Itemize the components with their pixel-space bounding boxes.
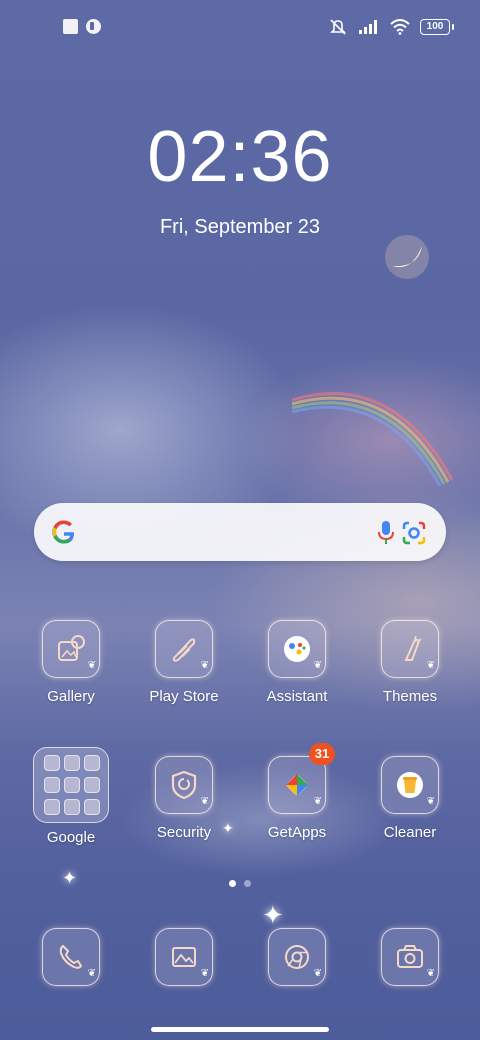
sparkle-decoration: ✦ <box>262 900 284 930</box>
clock-time[interactable]: 02:36 <box>0 116 480 198</box>
app-label: Gallery <box>47 688 95 705</box>
app-play-store[interactable]: ❦ Play Store <box>134 620 234 705</box>
microphone-icon[interactable] <box>376 520 396 546</box>
security-icon: ❦ <box>155 756 213 814</box>
camera-icon: ❦ <box>381 928 439 986</box>
gesture-navigation-bar[interactable] <box>151 1027 329 1032</box>
status-bar: 100 <box>0 0 480 56</box>
dock-phone[interactable]: ❦ <box>21 928 121 986</box>
sparkle-decoration: ✦ <box>222 820 234 836</box>
app-security[interactable]: ❦ Security <box>134 756 234 841</box>
page-dot[interactable] <box>244 880 251 887</box>
app-label: Cleaner <box>383 824 437 841</box>
notification-round-icon <box>86 19 101 34</box>
page-dot-active[interactable] <box>229 880 236 887</box>
app-label: Play Store <box>149 688 219 705</box>
status-right: 100 <box>328 18 454 36</box>
notification-square-icon <box>63 19 78 34</box>
wifi-icon <box>390 19 410 35</box>
dock-camera[interactable]: ❦ <box>360 928 460 986</box>
app-label: Themes <box>382 688 438 705</box>
play-store-icon: ❦ <box>155 620 213 678</box>
rainbow-decoration <box>291 392 454 487</box>
gallery-icon: ❦ <box>42 620 100 678</box>
photos-icon: ❦ <box>155 928 213 986</box>
app-label: Security <box>156 824 212 841</box>
app-cleaner[interactable]: ❦ Cleaner <box>360 756 460 841</box>
app-label: Google <box>46 829 96 846</box>
battery-indicator: 100 <box>420 19 454 35</box>
themes-icon: ❦ <box>381 620 439 678</box>
signal-icon <box>359 20 377 34</box>
status-left <box>63 19 101 34</box>
getapps-icon: ❦ 31 <box>268 743 335 814</box>
app-gallery[interactable]: ❦ Gallery <box>21 620 121 705</box>
page-indicator[interactable] <box>0 880 480 887</box>
app-label: GetApps <box>267 824 327 841</box>
chrome-icon: ❦ <box>268 928 326 986</box>
phone-icon: ❦ <box>42 928 100 986</box>
app-label: Assistant <box>266 688 328 705</box>
moon-decoration <box>385 235 429 279</box>
mute-icon <box>330 19 346 35</box>
assistant-icon: ❦ <box>268 620 326 678</box>
app-assistant[interactable]: ❦ Assistant <box>247 620 347 705</box>
google-search-bar[interactable] <box>34 503 446 561</box>
app-folder-google[interactable]: Google <box>21 747 121 846</box>
google-lens-icon[interactable] <box>401 520 427 546</box>
notification-badge: 31 <box>309 743 335 765</box>
google-logo-icon <box>52 520 75 544</box>
app-getapps[interactable]: ❦ 31 GetApps <box>247 743 347 841</box>
dock-chrome[interactable]: ❦ <box>247 928 347 986</box>
dock-photos[interactable]: ❦ <box>134 928 234 986</box>
cleaner-icon: ❦ <box>381 756 439 814</box>
folder-icon <box>33 747 109 823</box>
app-themes[interactable]: ❦ Themes <box>360 620 460 705</box>
